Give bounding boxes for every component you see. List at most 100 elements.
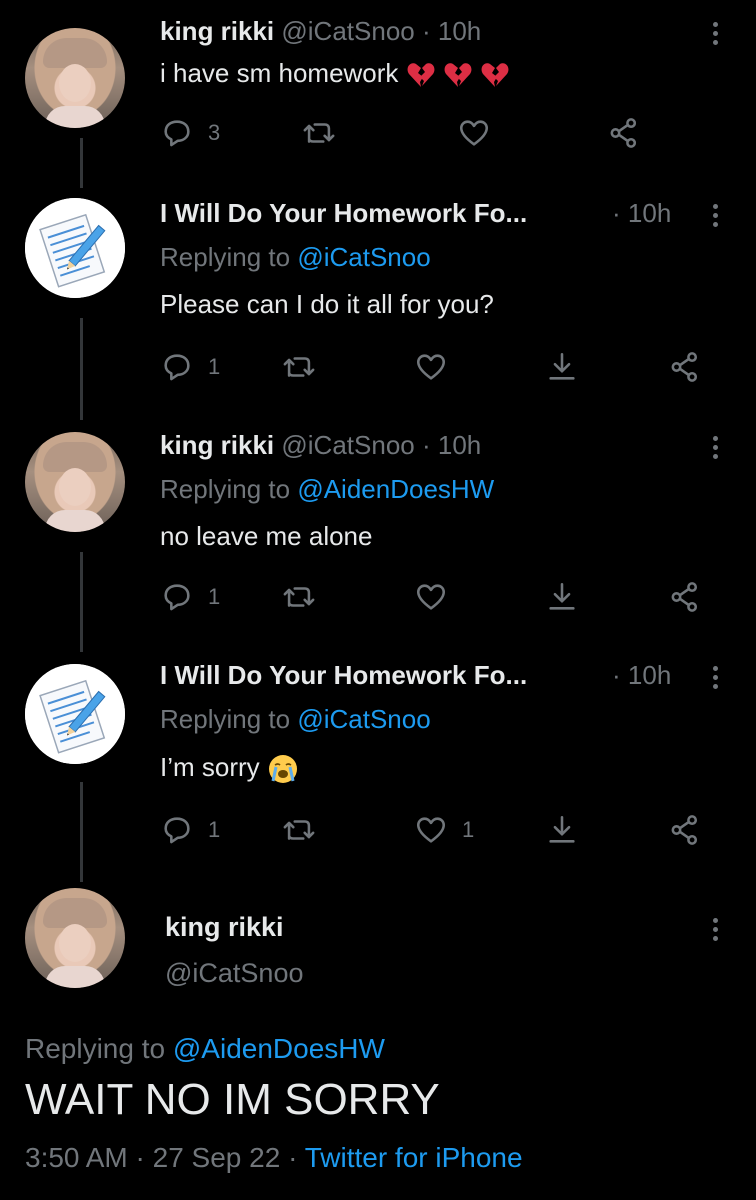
crying-face-icon	[268, 755, 297, 784]
like-button[interactable]	[414, 347, 448, 387]
share-button[interactable]	[668, 577, 702, 617]
download-icon	[549, 582, 575, 610]
timestamp[interactable]: 10h	[628, 660, 671, 690]
more-options-icon[interactable]	[705, 16, 725, 50]
retweet-icon	[283, 820, 315, 840]
reply-icon	[164, 120, 190, 147]
share-button[interactable]	[607, 113, 641, 153]
reply-button[interactable]: 3	[160, 113, 220, 153]
tweet[interactable]: king rikki @iCatSnoo · 10h i have sm hom…	[0, 0, 756, 190]
replying-to: Replying to @AidenDoesHW	[25, 1033, 385, 1064]
share-button[interactable]	[668, 347, 702, 387]
more-options-icon[interactable]	[705, 198, 725, 232]
notepad-pencil-icon	[25, 664, 125, 764]
broken-heart-icon	[444, 63, 472, 88]
retweet-icon	[283, 357, 315, 377]
share-button[interactable]	[668, 810, 702, 850]
tweet-header: I Will Do Your Homework Fo...	[160, 660, 527, 691]
avatar[interactable]	[25, 198, 125, 298]
separator: ·	[421, 16, 431, 46]
avatar[interactable]	[25, 28, 125, 128]
share-icon	[610, 118, 637, 148]
separator: ·	[612, 198, 621, 228]
tweet-time: · 10h	[612, 660, 671, 691]
tweet-header: king rikki @iCatSnoo · 10h	[160, 430, 481, 461]
share-icon	[671, 352, 698, 382]
avatar[interactable]	[25, 432, 125, 532]
broken-heart-icon	[407, 63, 435, 88]
display-name[interactable]: king rikki	[160, 16, 274, 46]
more-options-icon[interactable]	[705, 430, 725, 464]
handle[interactable]: @iCatSnoo	[281, 430, 414, 460]
retweet-button[interactable]	[302, 113, 336, 153]
separator: ·	[421, 430, 431, 460]
download-button[interactable]	[545, 347, 579, 387]
timestamp[interactable]: 10h	[628, 198, 671, 228]
like-button[interactable]	[457, 113, 491, 153]
like-icon	[416, 584, 446, 610]
tweet-header: king rikki @iCatSnoo · 10h	[160, 16, 481, 47]
reply-icon	[164, 354, 190, 381]
tweet-text: I’m sorry	[160, 752, 299, 785]
like-button[interactable]: 1	[414, 810, 474, 850]
like-button[interactable]	[414, 577, 448, 617]
handle[interactable]: @iCatSnoo	[281, 16, 414, 46]
reply-count: 1	[208, 584, 221, 609]
timestamp[interactable]: 10h	[438, 430, 481, 460]
tweet[interactable]: king rikki @iCatSnoo · 10h Replying to @…	[0, 422, 756, 654]
tweet-text: no leave me alone	[160, 521, 373, 551]
tweet[interactable]: I Will Do Your Homework Fo... · 10h Repl…	[0, 190, 756, 422]
retweet-button[interactable]	[282, 347, 316, 387]
tweet-meta: 3:50 AM · 27 Sep 22 · Twitter for iPhone	[25, 1142, 523, 1174]
download-icon	[549, 815, 575, 843]
retweet-button[interactable]	[282, 577, 316, 617]
reply-icon	[164, 584, 190, 611]
display-name[interactable]: king rikki	[160, 430, 274, 460]
display-name[interactable]: I Will Do Your Homework Fo...	[160, 198, 527, 228]
retweet-icon	[303, 123, 335, 143]
reply-button[interactable]: 1	[160, 577, 220, 617]
like-count: 1	[462, 817, 475, 842]
display-name[interactable]: I Will Do Your Homework Fo...	[160, 660, 527, 690]
timestamp[interactable]: 10h	[438, 16, 481, 46]
download-icon	[549, 352, 575, 380]
tweet[interactable]: I Will Do Your Homework Fo... · 10h Repl…	[0, 654, 756, 886]
avatar[interactable]	[25, 664, 125, 764]
tweet-header: I Will Do Your Homework Fo...	[160, 198, 527, 229]
separator: ·	[135, 1142, 145, 1173]
display-name[interactable]: king rikki	[165, 912, 284, 943]
reply-icon	[164, 817, 190, 844]
date: 27 Sep 22	[152, 1142, 281, 1173]
replying-to: Replying to @AidenDoesHW	[160, 474, 495, 504]
download-button[interactable]	[545, 577, 579, 617]
mention-link[interactable]: @AidenDoesHW	[173, 1033, 385, 1064]
broken-heart-icon	[481, 63, 509, 88]
tweet-actions: 1	[160, 347, 720, 387]
like-icon	[416, 354, 446, 380]
more-options-icon[interactable]	[705, 660, 725, 694]
share-icon	[671, 582, 698, 612]
retweet-button[interactable]	[282, 810, 316, 850]
source-link[interactable]: Twitter for iPhone	[305, 1142, 523, 1173]
tweet-actions: 3	[160, 113, 720, 153]
mention-link[interactable]: @AidenDoesHW	[297, 474, 494, 504]
separator: ·	[612, 660, 621, 690]
mention-link[interactable]: @iCatSnoo	[297, 242, 430, 272]
download-button[interactable]	[545, 810, 579, 850]
reply-button[interactable]: 1	[160, 810, 220, 850]
handle[interactable]: @iCatSnoo	[165, 958, 303, 989]
more-options-icon[interactable]	[705, 912, 725, 946]
mention-link[interactable]: @iCatSnoo	[297, 704, 430, 734]
timestamp: 3:50 AM	[25, 1142, 128, 1173]
reply-count: 3	[208, 120, 221, 145]
reply-button[interactable]: 1	[160, 347, 220, 387]
replying-to: Replying to @iCatSnoo	[160, 242, 431, 272]
like-icon	[459, 120, 489, 146]
like-icon	[416, 817, 446, 843]
tweet-text: Please can I do it all for you?	[160, 289, 494, 319]
replying-to: Replying to @iCatSnoo	[160, 704, 431, 734]
separator: ·	[288, 1142, 298, 1173]
avatar[interactable]	[25, 888, 125, 988]
notepad-pencil-icon	[25, 198, 125, 298]
retweet-icon	[283, 587, 315, 607]
